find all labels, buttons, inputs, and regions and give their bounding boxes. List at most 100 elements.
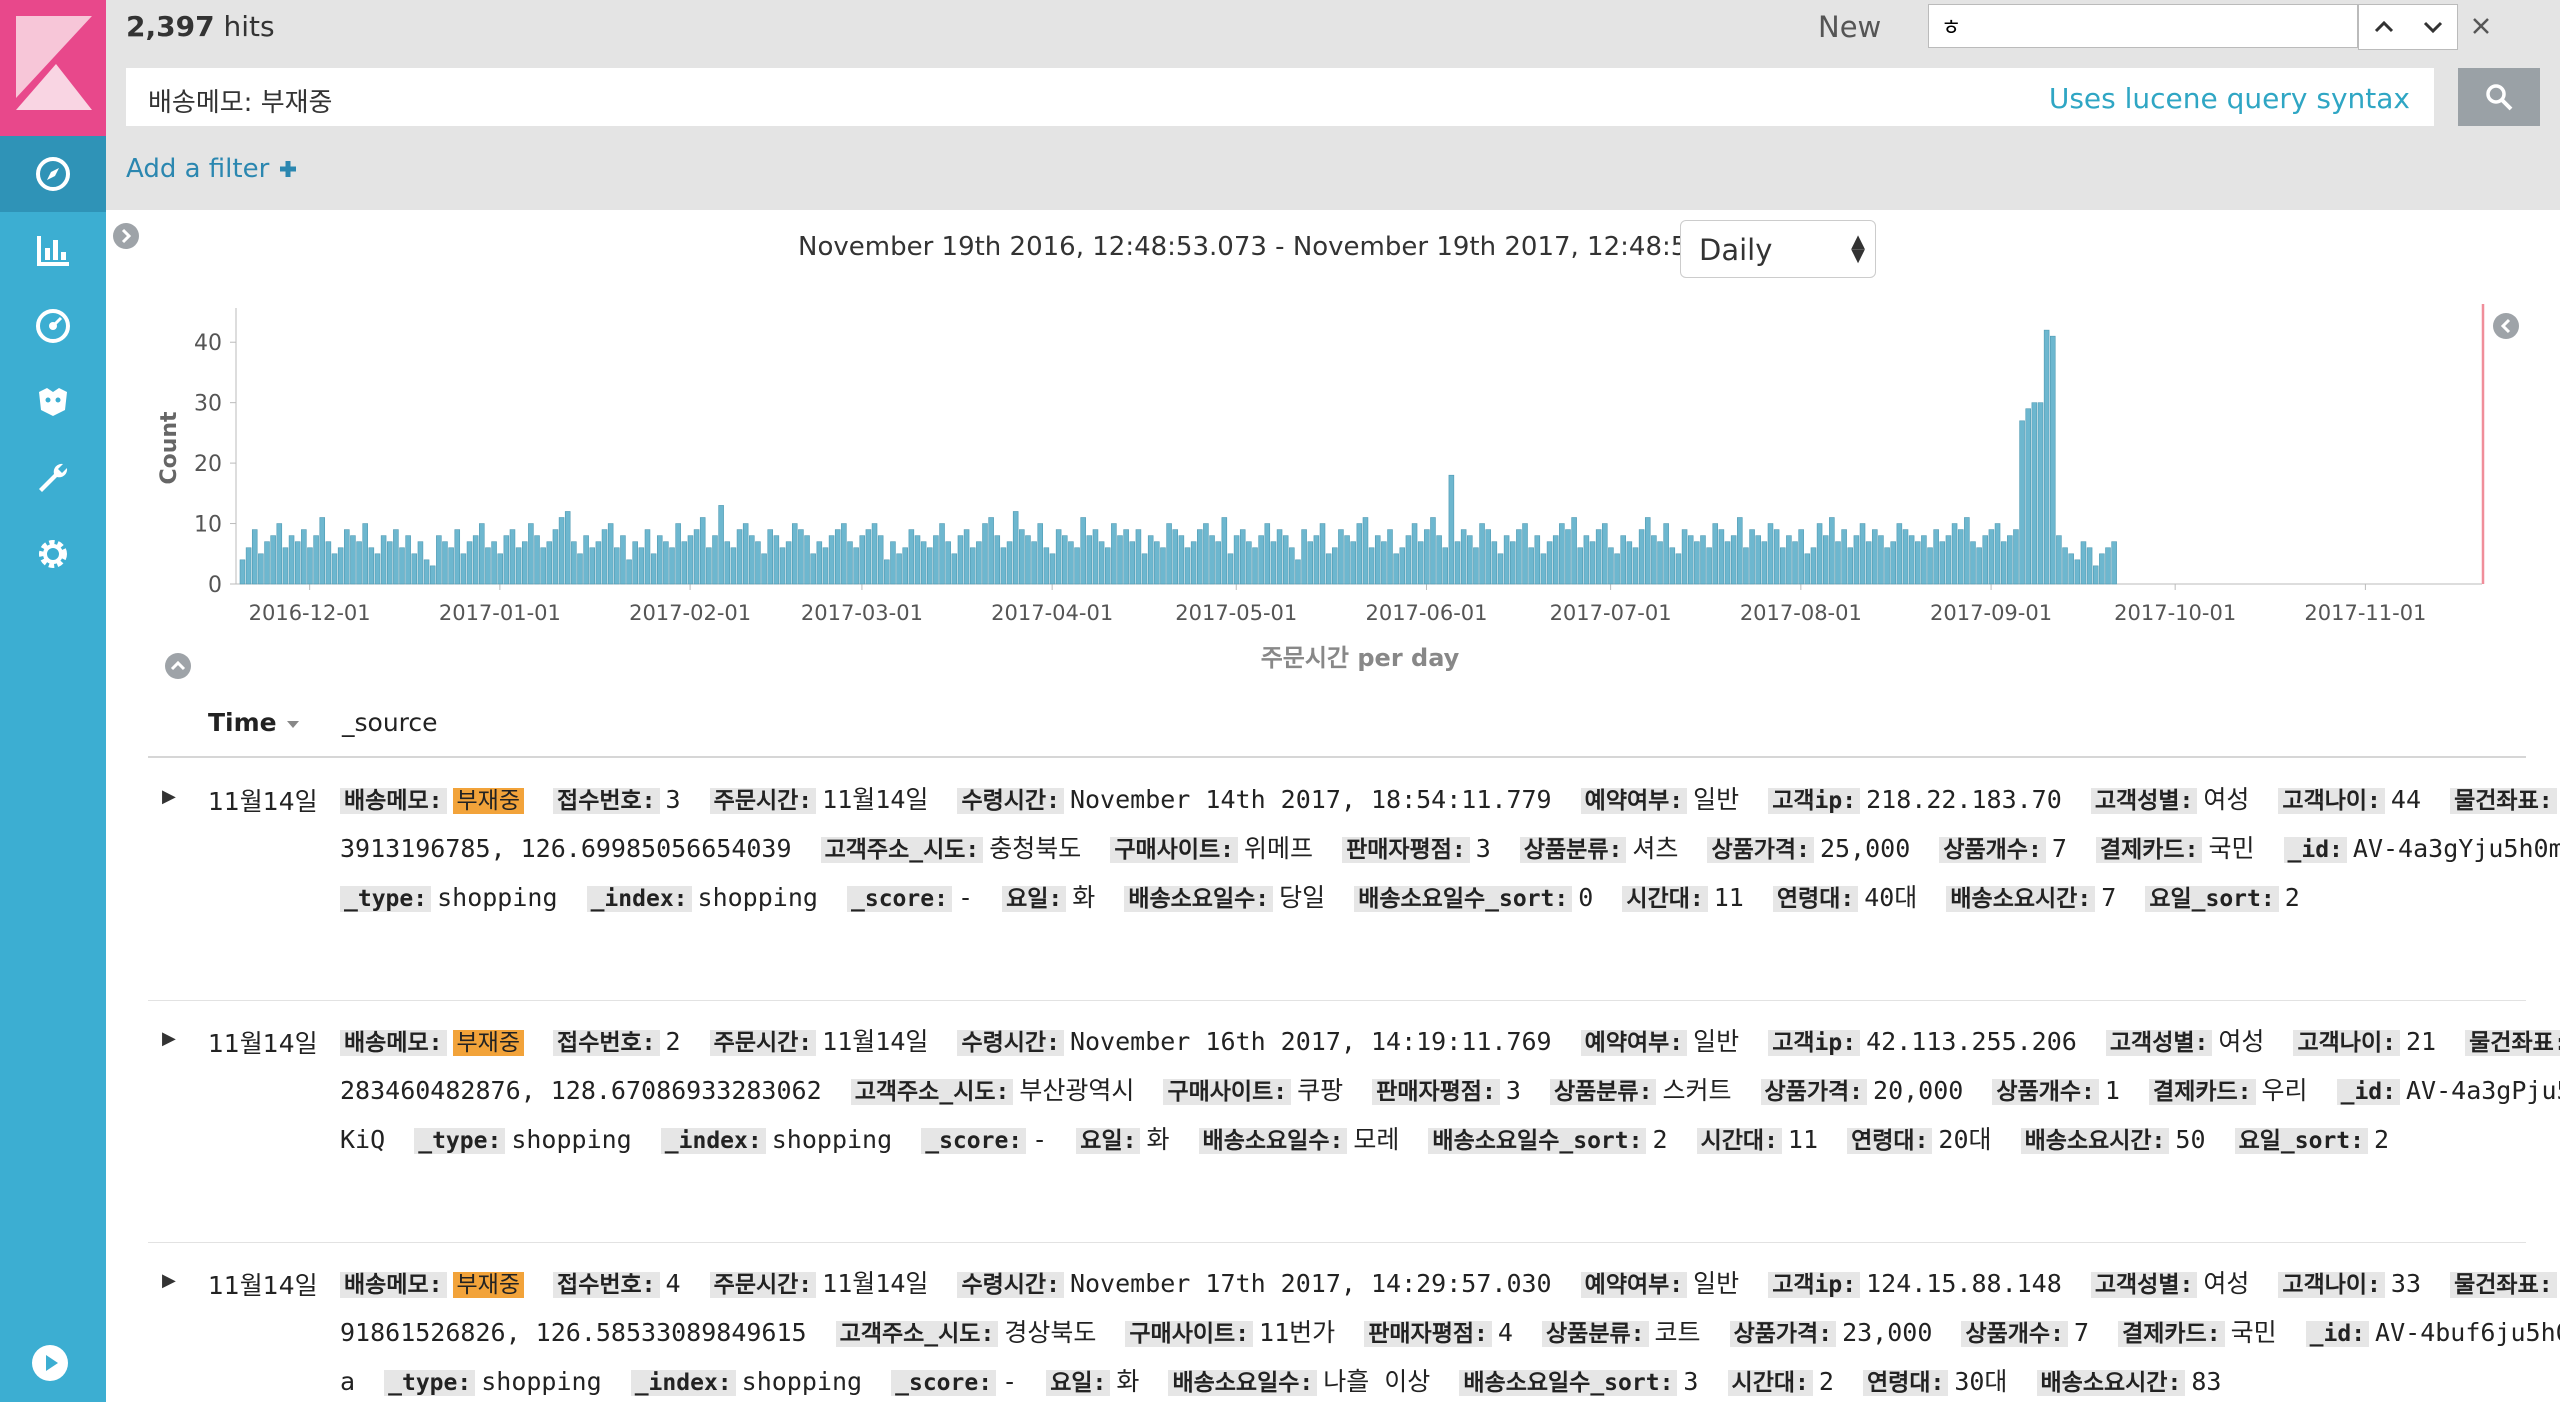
lucene-syntax-link[interactable]: Uses lucene query syntax — [2049, 82, 2410, 115]
histogram-bar[interactable] — [755, 541, 761, 585]
histogram-bar[interactable] — [558, 517, 565, 585]
histogram-bar[interactable] — [479, 523, 485, 585]
histogram-bar[interactable] — [1767, 523, 1774, 585]
histogram-bar[interactable] — [1012, 511, 1019, 585]
histogram-bar[interactable] — [528, 523, 534, 585]
histogram-bar[interactable] — [779, 547, 786, 585]
histogram-bar[interactable] — [1307, 541, 1314, 585]
histogram-bar[interactable] — [1436, 535, 1442, 585]
histogram-bar[interactable] — [730, 547, 737, 585]
histogram-bar[interactable] — [1000, 547, 1007, 585]
histogram-bar[interactable] — [1448, 474, 1455, 585]
histogram-bar[interactable] — [423, 559, 430, 585]
histogram-bar[interactable] — [442, 541, 448, 585]
collapse-sidebar-toggle[interactable] — [112, 222, 140, 254]
histogram-bar[interactable] — [1859, 523, 1866, 585]
histogram-bar[interactable] — [534, 535, 540, 585]
histogram-bar[interactable] — [1755, 535, 1761, 585]
histogram-bar[interactable] — [1761, 541, 1768, 585]
histogram-bar[interactable] — [1571, 517, 1577, 585]
histogram-bar[interactable] — [1166, 523, 1172, 585]
histogram-bar[interactable] — [1295, 559, 1301, 585]
histogram-bar[interactable] — [2050, 335, 2056, 585]
histogram-bar[interactable] — [785, 541, 792, 585]
histogram-bar[interactable] — [1289, 547, 1295, 585]
histogram-bar[interactable] — [1332, 547, 1338, 585]
histogram-bar[interactable] — [1988, 529, 1995, 585]
histogram-bar[interactable] — [1473, 547, 1479, 585]
histogram-bar[interactable] — [2105, 547, 2111, 585]
histogram-bar[interactable] — [1184, 547, 1191, 585]
histogram-bar[interactable] — [1583, 535, 1590, 585]
histogram-bar[interactable] — [1374, 535, 1381, 585]
histogram-bar[interactable] — [356, 541, 362, 585]
histogram-bar[interactable] — [1700, 535, 1706, 585]
histogram-bar[interactable] — [1356, 523, 1363, 585]
histogram-bar[interactable] — [282, 547, 289, 585]
histogram-bar[interactable] — [632, 541, 638, 585]
histogram-bar[interactable] — [1865, 541, 1872, 585]
histogram-bar[interactable] — [1160, 547, 1166, 585]
histogram-bar[interactable] — [706, 547, 712, 585]
histogram-bar[interactable] — [1957, 529, 1964, 585]
histogram-bar[interactable] — [963, 529, 970, 585]
histogram-bar[interactable] — [509, 529, 516, 585]
histogram-bar[interactable] — [1994, 523, 2001, 585]
histogram-bar[interactable] — [1779, 547, 1786, 585]
histogram-bar[interactable] — [957, 535, 964, 585]
histogram-bar[interactable] — [638, 547, 645, 585]
histogram-bar[interactable] — [2099, 553, 2105, 585]
histogram-bar[interactable] — [650, 553, 657, 585]
histogram-bar[interactable] — [2031, 402, 2038, 585]
histogram-bar[interactable] — [1540, 553, 1547, 585]
histogram-bar[interactable] — [1933, 529, 1939, 585]
histogram-bar[interactable] — [1908, 535, 1915, 585]
histogram-bar[interactable] — [945, 541, 951, 585]
histogram-bar[interactable] — [1632, 547, 1639, 585]
histogram-bar[interactable] — [1037, 523, 1043, 585]
histogram-bar[interactable] — [712, 535, 718, 585]
histogram-bar[interactable] — [939, 523, 945, 585]
histogram-bar[interactable] — [1442, 547, 1449, 585]
histogram-bar[interactable] — [540, 547, 546, 585]
histogram-bar[interactable] — [1190, 541, 1197, 585]
histogram-bar[interactable] — [1239, 529, 1246, 585]
histogram-bar[interactable] — [914, 535, 921, 585]
histogram-bar[interactable] — [1608, 547, 1614, 585]
histogram-bar[interactable] — [1847, 547, 1854, 585]
histogram-bar[interactable] — [791, 523, 798, 585]
histogram-bar[interactable] — [411, 553, 418, 585]
histogram-bar[interactable] — [663, 541, 669, 585]
histogram-bar[interactable] — [1829, 517, 1835, 585]
histogram-bar[interactable] — [571, 541, 577, 585]
histogram-bar[interactable] — [1387, 529, 1393, 585]
histogram-bar[interactable] — [1301, 529, 1307, 585]
histogram-bar[interactable] — [276, 523, 283, 585]
histogram-bar[interactable] — [718, 505, 724, 585]
histogram-bar[interactable] — [902, 547, 908, 585]
histogram-bar[interactable] — [896, 553, 902, 585]
histogram-bar[interactable] — [1951, 523, 1958, 585]
interval-select[interactable]: Daily ▲ ▼ — [1680, 220, 1876, 278]
histogram-bar[interactable] — [466, 541, 473, 585]
histogram-bar[interactable] — [1098, 541, 1105, 585]
histogram-bar[interactable] — [1872, 529, 1878, 585]
histogram-bar[interactable] — [1430, 517, 1436, 585]
histogram-bar[interactable] — [2000, 541, 2007, 585]
histogram-bar[interactable] — [601, 529, 608, 585]
histogram-bar[interactable] — [1712, 523, 1719, 585]
histogram-bar[interactable] — [485, 547, 491, 585]
histogram-bar[interactable] — [595, 541, 602, 585]
histogram-bar[interactable] — [1246, 541, 1252, 585]
histogram-bar[interactable] — [847, 541, 853, 585]
collapse-sidebar-button[interactable] — [30, 1343, 70, 1387]
histogram-bar[interactable] — [1467, 535, 1473, 585]
nav-dev-tools[interactable] — [0, 440, 106, 516]
histogram-bar[interactable] — [1884, 547, 1890, 585]
histogram-bar[interactable] — [1589, 541, 1596, 585]
histogram-bar[interactable] — [1651, 535, 1657, 585]
histogram-bar[interactable] — [1344, 535, 1350, 585]
histogram-bar[interactable] — [1835, 541, 1841, 585]
histogram-bar[interactable] — [325, 541, 332, 585]
histogram-bar[interactable] — [301, 529, 307, 585]
